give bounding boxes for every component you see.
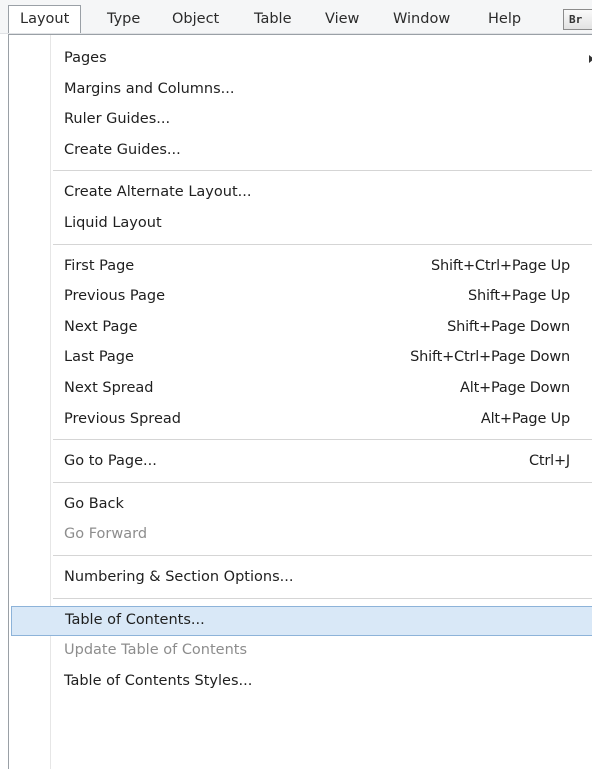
menu-item-numbering-and-section-options[interactable]: Numbering & Section Options...	[9, 563, 592, 593]
menu-item-shortcut: Shift+Ctrl+Page Up	[431, 258, 570, 274]
menu-item-margins-and-columns[interactable]: Margins and Columns...	[9, 75, 592, 105]
menu-item-next-page[interactable]: Next Page Shift+Page Down	[9, 313, 592, 343]
menu-item-shortcut: Shift+Ctrl+Page Down	[410, 349, 570, 365]
menu-item-label: Table of Contents Styles...	[64, 673, 253, 689]
menu-item-label: Previous Spread	[64, 411, 181, 427]
menu-item-create-guides[interactable]: Create Guides...	[9, 136, 592, 166]
menu-separator	[53, 555, 592, 556]
menu-item-label: Go Forward	[64, 526, 148, 542]
menu-type[interactable]: Type	[107, 6, 140, 33]
menu-separator	[53, 244, 592, 245]
menu-item-pages[interactable]: Pages	[9, 44, 592, 74]
menu-item-shortcut: Alt+Page Up	[480, 411, 570, 427]
menu-item-previous-spread[interactable]: Previous Spread Alt+Page Up	[9, 405, 592, 435]
application-window: Layout Type Object Table View Window Hel…	[0, 0, 592, 769]
menu-item-label: Create Guides...	[64, 142, 181, 158]
menu-item-label: Go Back	[64, 496, 124, 512]
menu-help[interactable]: Help	[488, 6, 521, 33]
menu-item-go-to-page[interactable]: Go to Page... Ctrl+J	[9, 447, 592, 477]
menu-item-last-page[interactable]: Last Page Shift+Ctrl+Page Down	[9, 343, 592, 373]
menu-item-update-table-of-contents: Update Table of Contents	[9, 636, 592, 666]
menu-item-ruler-guides[interactable]: Ruler Guides...	[9, 105, 592, 135]
menu-item-label: Ruler Guides...	[64, 111, 171, 127]
menu-item-label: Next Page	[64, 319, 138, 335]
menu-separator	[53, 170, 592, 171]
menu-item-create-alternate-layout[interactable]: Create Alternate Layout...	[9, 178, 592, 208]
menu-item-label: Margins and Columns...	[64, 81, 235, 97]
menu-window[interactable]: Window	[393, 6, 450, 33]
bridge-button[interactable]: Br	[563, 9, 592, 30]
menu-separator	[53, 482, 592, 483]
menu-item-next-spread[interactable]: Next Spread Alt+Page Down	[9, 374, 592, 404]
menu-table[interactable]: Table	[254, 6, 292, 33]
menu-view[interactable]: View	[325, 6, 359, 33]
menu-item-label: Previous Page	[64, 288, 165, 304]
menu-item-previous-page[interactable]: Previous Page Shift+Page Up	[9, 282, 592, 312]
menu-item-label: Create Alternate Layout...	[64, 184, 252, 200]
menu-object[interactable]: Object	[172, 6, 219, 33]
menu-item-shortcut: Alt+Page Down	[460, 380, 570, 396]
menu-item-shortcut: Ctrl+J	[528, 453, 570, 469]
menu-item-label: Update Table of Contents	[64, 642, 248, 658]
menu-item-shortcut: Shift+Page Down	[447, 319, 570, 335]
menu-item-go-back[interactable]: Go Back	[9, 490, 592, 520]
menu-item-label: Go to Page...	[64, 453, 157, 469]
menu-separator	[53, 439, 592, 440]
menu-item-label: Last Page	[64, 349, 134, 365]
menu-layout[interactable]: Layout	[8, 5, 82, 33]
menu-item-label: Pages	[64, 50, 107, 66]
menu-item-label: Numbering & Section Options...	[64, 569, 294, 585]
menu-item-label: Table of Contents...	[65, 612, 205, 628]
menu-separator	[53, 598, 592, 599]
menu-item-first-page[interactable]: First Page Shift+Ctrl+Page Up	[9, 252, 592, 282]
menu-item-liquid-layout[interactable]: Liquid Layout	[9, 209, 592, 239]
menu-item-label: Liquid Layout	[64, 215, 162, 231]
menu-item-go-forward: Go Forward	[9, 520, 592, 550]
menu-item-table-of-contents[interactable]: Table of Contents...	[11, 606, 592, 636]
menu-item-label: First Page	[64, 258, 135, 274]
menu-item-label: Next Spread	[64, 380, 154, 396]
menu-item-table-of-contents-styles[interactable]: Table of Contents Styles...	[9, 667, 592, 697]
menu-item-shortcut: Shift+Page Up	[467, 288, 570, 304]
layout-dropdown-menu: Pages Margins and Columns... Ruler Guides.…	[8, 34, 592, 769]
menu-bar: Layout Type Object Table View Window Hel…	[0, 0, 592, 34]
